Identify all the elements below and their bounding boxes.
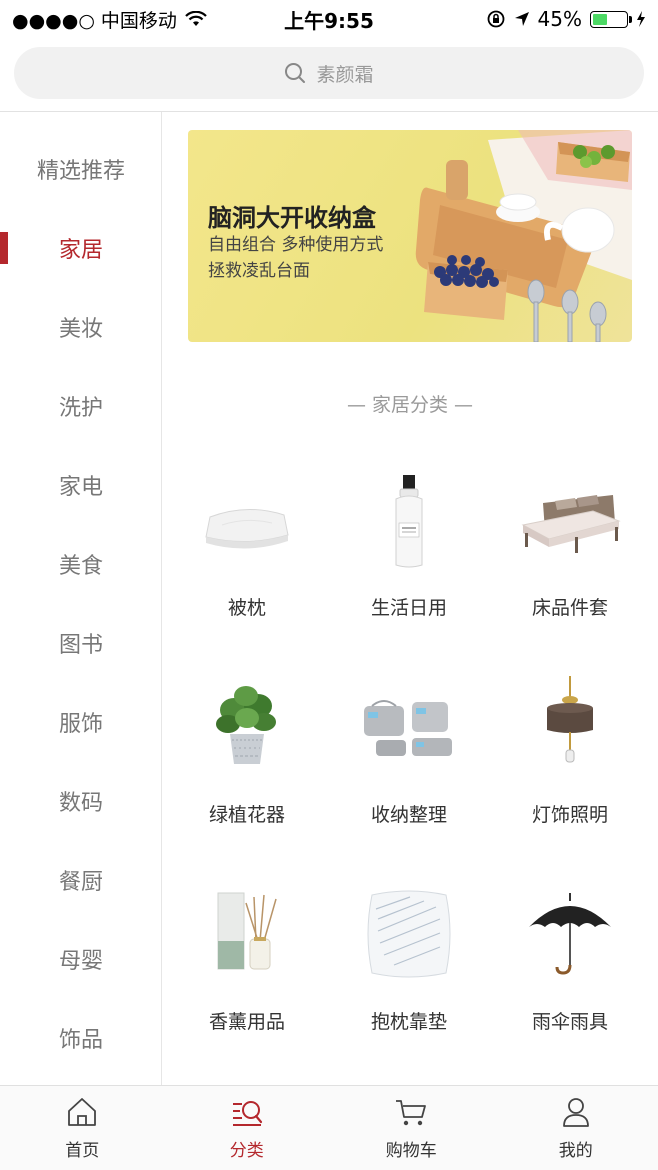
charging-icon [637,11,645,27]
storage-tray-illustration [415,130,632,342]
sidebar-item-label: 精选推荐 [36,159,125,184]
umbrella-icon [529,893,611,975]
carrier-label: ●●●●○ 中国移动 [12,9,177,32]
status-right: 45% [486,7,646,31]
sidebar-item-label: 母婴 [58,949,103,974]
category-label: 抱枕靠垫 [370,1011,447,1033]
tab-label: 我的 [558,1141,593,1161]
pillow-icon [205,508,289,549]
tab-category[interactable]: 分类 [165,1086,330,1170]
sidebar-item-kitchen[interactable]: 餐厨 [0,850,162,910]
search-placeholder: 素颜霜 [316,63,374,86]
category-label: 雨伞雨具 [531,1011,608,1033]
category-label: 床品件套 [531,597,608,619]
bottom-tab-bar: 首页 分类 购物车 我的 [0,1085,658,1170]
category-label: 收纳整理 [370,804,447,826]
section-title: — 家居分类 — [346,394,474,416]
lamp-icon [547,676,593,763]
battery-fill [593,13,608,25]
active-indicator [0,232,8,264]
category-umbrellas[interactable]: 雨伞雨具 [490,869,650,1059]
search-input[interactable]: 素颜霜 [14,47,644,99]
home-icon [68,1098,97,1126]
location-arrow-icon [514,12,529,26]
wifi-icon [185,11,207,26]
category-daily-use[interactable]: 生活日用 [329,455,489,645]
sidebar-item-label: 餐厨 [58,870,103,895]
sidebar-item-home[interactable]: 家居 [0,218,162,278]
promo-banner[interactable]: 脑洞大开收纳盒 自由组合 多种使用方式 拯救凌乱台面 [188,130,632,342]
category-sidebar: 精选推荐 家居 美妆 洗护 家电 美食 图书 服饰 数码 餐厨 母婴 饰品 [0,112,162,1085]
category-icon [232,1101,262,1126]
search-bar-area: 素颜霜 [0,38,658,112]
category-label: 生活日用 [370,597,447,619]
category-label: 绿植花器 [208,804,285,826]
sidebar-item-label: 数码 [58,791,103,816]
category-pillow[interactable]: 被枕 [167,455,327,645]
sidebar-item-appliances[interactable]: 家电 [0,455,162,515]
plant-icon [216,686,276,764]
category-lighting[interactable]: 灯饰照明 [490,662,650,852]
diffuser-icon [217,892,277,970]
sidebar-item-care[interactable]: 洗护 [0,376,162,436]
tab-profile[interactable]: 我的 [494,1086,658,1170]
sidebar-item-books[interactable]: 图书 [0,613,162,673]
sidebar-item-accessories[interactable]: 饰品 [0,1008,162,1068]
sidebar-item-label: 服饰 [58,712,103,737]
storage-bags-icon [364,700,452,756]
category-storage[interactable]: 收纳整理 [329,662,489,852]
user-icon [562,1098,589,1127]
sidebar-item-beauty[interactable]: 美妆 [0,297,162,357]
sidebar-item-food[interactable]: 美食 [0,534,162,594]
tab-label: 首页 [65,1141,100,1161]
sidebar-item-label: 家居 [58,238,103,263]
sidebar-item-label: 美食 [58,554,103,579]
tab-label: 购物车 [385,1141,437,1161]
status-left: ●●●●○ 中国移动 [12,6,207,33]
category-label: 被枕 [227,597,266,619]
sidebar-item-apparel[interactable]: 服饰 [0,692,162,752]
sidebar-item-label: 图书 [58,633,103,658]
bed-icon [521,495,621,553]
sidebar-item-label: 美妆 [58,317,103,342]
category-aroma[interactable]: 香薰用品 [167,869,327,1059]
category-plants[interactable]: 绿植花器 [167,662,327,852]
tab-label: 分类 [229,1141,264,1161]
battery-percent: 45% [537,7,582,31]
category-cushions[interactable]: 抱枕靠垫 [329,869,489,1059]
battery-icon [590,10,632,28]
category-bedding[interactable]: 床品件套 [490,455,650,645]
sidebar-item-label: 饰品 [58,1028,103,1053]
orientation-lock-icon [487,10,504,28]
sidebar-item-digital[interactable]: 数码 [0,771,162,831]
search-icon [285,63,306,83]
cart-icon [396,1100,427,1126]
tab-home[interactable]: 首页 [0,1086,165,1170]
sidebar-item-featured[interactable]: 精选推荐 [0,139,162,199]
sidebar-item-label: 家电 [58,475,103,500]
sidebar-item-baby[interactable]: 母婴 [0,929,162,989]
app-root: ●●●●○ 中国移动 上午9:55 45% 素颜霜 精选推荐 家居 美妆 洗护 … [0,0,658,1170]
category-label: 香薰用品 [208,1011,285,1033]
category-label: 灯饰照明 [531,804,608,826]
status-bar: ●●●●○ 中国移动 上午9:55 45% [0,0,658,38]
cushion-icon [367,890,451,978]
bottle-icon [395,475,423,568]
tab-cart[interactable]: 购物车 [329,1086,494,1170]
sidebar-item-label: 洗护 [58,396,103,421]
